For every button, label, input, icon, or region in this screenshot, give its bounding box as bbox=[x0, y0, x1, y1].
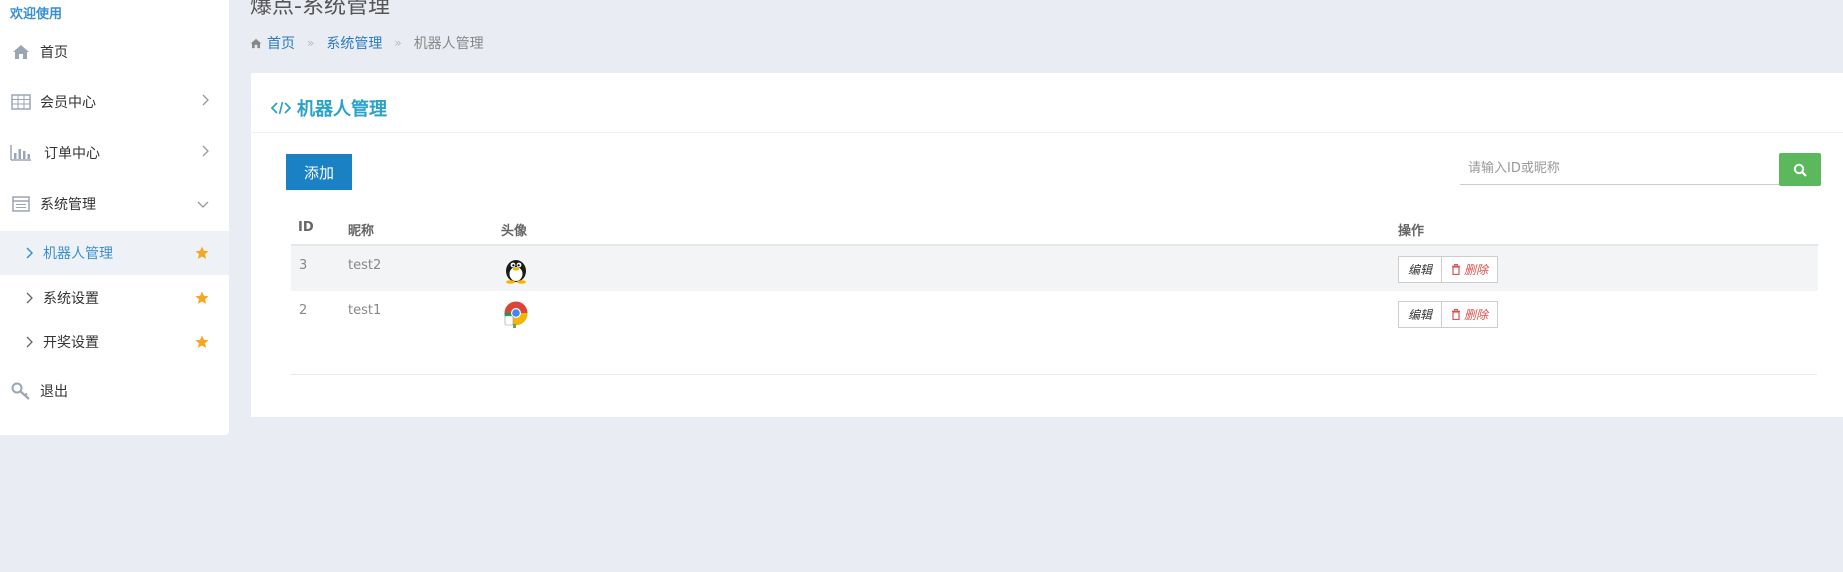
browser-avatar bbox=[501, 299, 531, 329]
bar-chart-icon bbox=[10, 145, 32, 161]
sidebar-item-home[interactable]: 首页 bbox=[0, 27, 229, 77]
sidebar-subitem-lottery-settings[interactable]: 开奖设置 bbox=[0, 320, 229, 364]
column-header-id: ID bbox=[298, 220, 314, 235]
cell-nickname: test1 bbox=[348, 303, 382, 318]
table-icon bbox=[10, 94, 32, 110]
sidebar-item-label: 退出 bbox=[40, 384, 68, 400]
chevron-right-icon bbox=[25, 336, 35, 348]
sidebar-subitem-label: 开奖设置 bbox=[43, 335, 99, 351]
sidebar-item-label: 订单中心 bbox=[44, 146, 100, 162]
main-panel: 机器人管理 添加 ID 昵称 头像 操作 3 test2 bbox=[251, 73, 1843, 417]
key-icon bbox=[10, 382, 32, 400]
breadcrumb-current: 机器人管理 bbox=[413, 36, 484, 52]
sidebar-item-system-management[interactable]: 系统管理 bbox=[0, 179, 229, 229]
delete-button[interactable]: 删除 bbox=[1442, 256, 1499, 283]
column-header-avatar: 头像 bbox=[501, 224, 528, 239]
sidebar-subitem-label: 机器人管理 bbox=[43, 246, 113, 262]
chevron-right-icon bbox=[201, 94, 209, 110]
table-row: 2 test1 编辑 删除 bbox=[291, 291, 1818, 336]
edit-button[interactable]: 编辑 bbox=[1398, 256, 1443, 283]
delete-label: 删除 bbox=[1464, 263, 1489, 277]
breadcrumb-separator: » bbox=[307, 36, 315, 50]
cell-id: 2 bbox=[299, 303, 308, 318]
cell-id: 3 bbox=[299, 258, 308, 273]
edit-button[interactable]: 编辑 bbox=[1398, 301, 1443, 328]
robot-table: ID 昵称 头像 操作 3 test2 编辑 删除 2 test1 编辑 删除 bbox=[291, 210, 1818, 336]
page-title: 爆点-系统管理 bbox=[250, 0, 390, 19]
breadcrumb-system-link[interactable]: 系统管理 bbox=[326, 33, 382, 53]
row-actions: 编辑 删除 bbox=[1398, 256, 1499, 283]
breadcrumb-home-link[interactable]: 首页 bbox=[267, 33, 295, 53]
sidebar: 欢迎使用 首页 会员中心 订单中心 系统管理 机器人管理 系统设置 开奖设置 退… bbox=[0, 0, 229, 435]
code-icon bbox=[271, 101, 291, 115]
column-header-nickname: 昵称 bbox=[348, 224, 375, 239]
search-button[interactable] bbox=[1779, 153, 1821, 186]
search-icon bbox=[1793, 163, 1807, 177]
star-icon[interactable] bbox=[195, 291, 209, 305]
search-input[interactable] bbox=[1460, 153, 1780, 185]
sidebar-item-logout[interactable]: 退出 bbox=[0, 366, 229, 416]
list-icon bbox=[10, 196, 32, 212]
column-header-actions: 操作 bbox=[1398, 224, 1425, 239]
welcome-text: 欢迎使用 bbox=[10, 7, 63, 22]
divider bbox=[290, 374, 1817, 375]
sidebar-item-label: 会员中心 bbox=[40, 95, 96, 111]
sidebar-item-label: 首页 bbox=[40, 45, 68, 61]
star-icon[interactable] bbox=[195, 335, 209, 349]
home-icon bbox=[10, 44, 32, 60]
chevron-right-icon bbox=[25, 292, 35, 304]
sidebar-item-member-center[interactable]: 会员中心 bbox=[0, 77, 229, 127]
table-row: 3 test2 编辑 删除 bbox=[291, 246, 1818, 291]
sidebar-subitem-robot-management[interactable]: 机器人管理 bbox=[0, 231, 229, 275]
breadcrumb: 首页 » 系统管理 » 机器人管理 bbox=[250, 33, 484, 53]
star-icon[interactable] bbox=[195, 246, 209, 260]
sidebar-subitem-system-settings[interactable]: 系统设置 bbox=[0, 276, 229, 320]
chevron-right-icon bbox=[201, 145, 209, 161]
breadcrumb-separator: » bbox=[394, 36, 402, 50]
delete-button[interactable]: 删除 bbox=[1442, 301, 1499, 328]
sidebar-item-label: 系统管理 bbox=[40, 197, 96, 213]
add-button[interactable]: 添加 bbox=[286, 154, 352, 190]
chevron-right-icon bbox=[25, 247, 35, 259]
trash-icon bbox=[1452, 309, 1461, 320]
cell-nickname: test2 bbox=[348, 258, 382, 273]
panel-title-text: 机器人管理 bbox=[297, 99, 387, 120]
row-actions: 编辑 删除 bbox=[1398, 301, 1499, 328]
penguin-avatar bbox=[501, 254, 531, 284]
sidebar-item-order-center[interactable]: 订单中心 bbox=[0, 128, 229, 178]
home-icon bbox=[250, 38, 262, 49]
trash-icon bbox=[1452, 264, 1461, 275]
sidebar-subitem-label: 系统设置 bbox=[43, 291, 99, 307]
delete-label: 删除 bbox=[1464, 308, 1489, 322]
divider bbox=[251, 132, 1843, 133]
panel-title: 机器人管理 bbox=[271, 95, 387, 121]
chevron-down-icon bbox=[197, 196, 209, 212]
table-header: ID 昵称 头像 操作 bbox=[291, 210, 1818, 246]
